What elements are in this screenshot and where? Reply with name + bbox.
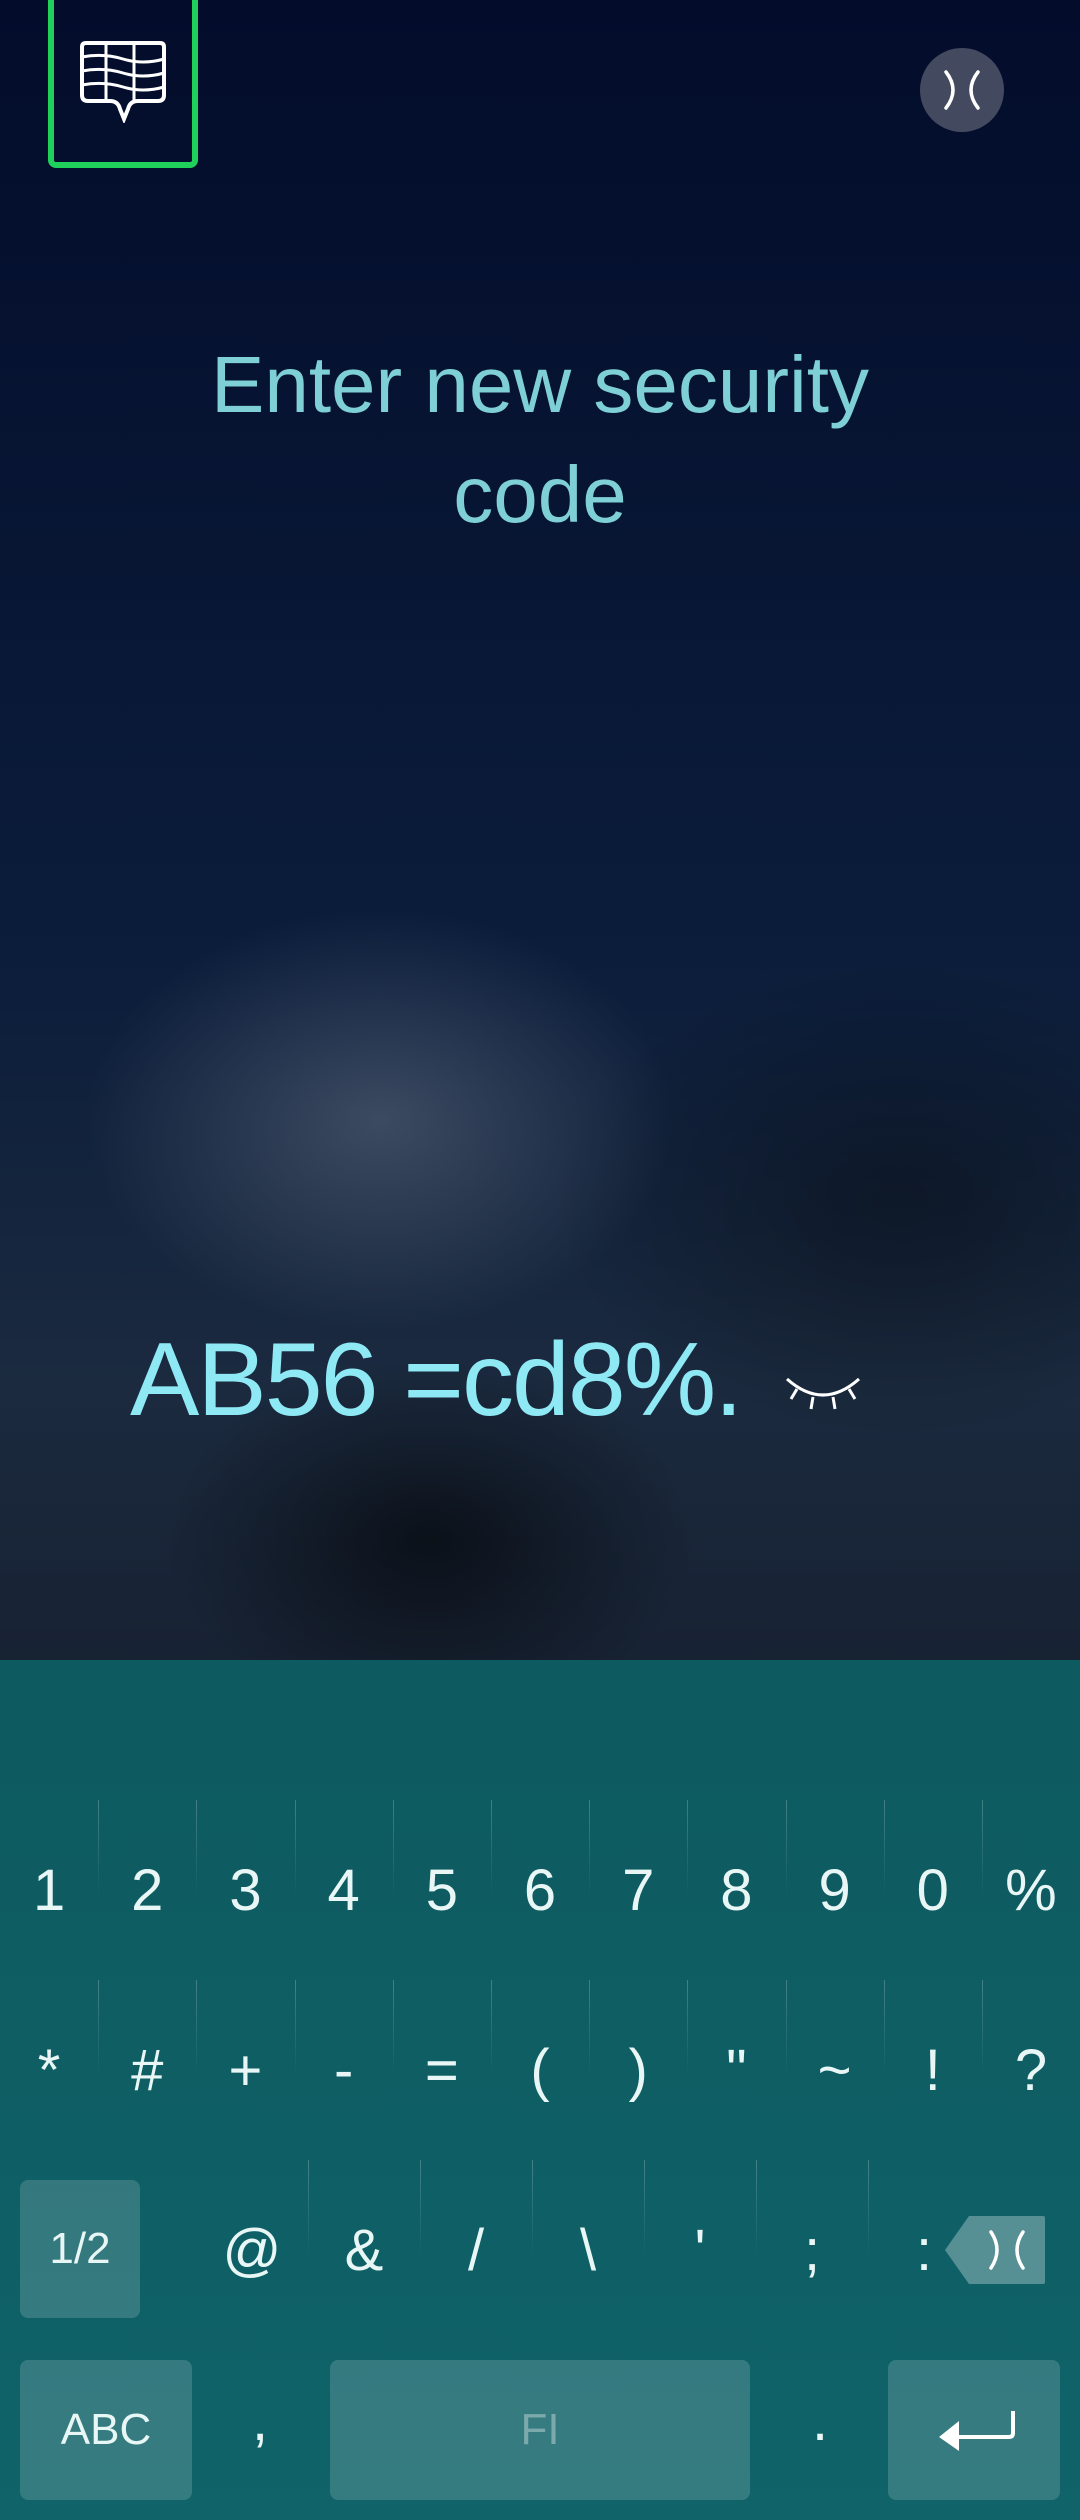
close-icon <box>944 70 980 110</box>
key[interactable]: " <box>687 1980 785 2160</box>
key[interactable]: ; <box>756 2160 868 2340</box>
key[interactable]: 2 <box>98 1800 196 1980</box>
enter-icon <box>939 2411 1015 2451</box>
backspace-icon <box>945 2216 1045 2284</box>
key[interactable]: 1 <box>0 1800 98 1980</box>
key[interactable]: ~ <box>785 1980 884 2160</box>
key[interactable]: & <box>308 2160 420 2340</box>
key[interactable]: 8 <box>687 1800 785 1980</box>
key[interactable]: 4 <box>294 1800 393 1980</box>
keyboard-row-numbers: 1 2 3 4 5 6 7 8 9 0 % <box>0 1800 1080 1980</box>
key[interactable]: 5 <box>392 1800 491 1980</box>
period-key[interactable]: . <box>780 2350 860 2490</box>
key[interactable]: 0 <box>883 1800 982 1980</box>
eye-closed-icon <box>786 1377 861 1410</box>
key[interactable]: ' <box>644 2160 756 2340</box>
key[interactable]: - <box>294 1980 393 2160</box>
key[interactable]: @ <box>196 2160 308 2340</box>
key[interactable]: 9 <box>785 1800 884 1980</box>
keyboard-toggle-button[interactable] <box>48 0 198 168</box>
key[interactable]: \ <box>532 2160 644 2340</box>
security-code-field[interactable]: AB56 =cd8%. <box>130 1320 865 1440</box>
backspace-button[interactable] <box>940 2210 1050 2290</box>
page-title: Enter new security code <box>210 340 870 539</box>
key[interactable]: ! <box>883 1980 982 2160</box>
abc-button[interactable]: ABC <box>20 2360 192 2500</box>
key[interactable]: % <box>981 1800 1080 1980</box>
keyboard-row-symbols: * # + - = ( ) " ~ ! ? <box>0 1980 1080 2160</box>
keyboard: 1 2 3 4 5 6 7 8 9 0 % * # + - = ( ) " ~ … <box>0 1660 1080 2520</box>
visibility-toggle[interactable] <box>781 1370 865 1420</box>
security-code-value: AB56 =cd8%. <box>130 1321 743 1438</box>
space-bar[interactable]: FI <box>330 2360 750 2500</box>
key[interactable]: 6 <box>490 1800 589 1980</box>
key[interactable]: 3 <box>196 1800 294 1980</box>
key[interactable]: 7 <box>589 1800 687 1980</box>
key[interactable]: ? <box>981 1980 1080 2160</box>
keypad-icon <box>80 41 166 123</box>
key[interactable]: = <box>392 1980 491 2160</box>
enter-button[interactable] <box>888 2360 1060 2500</box>
screen: Enter new security code AB56 =cd8%. 1 2 … <box>0 0 1080 2520</box>
key[interactable]: / <box>420 2160 532 2340</box>
symbols-page-button[interactable]: 1/2 <box>20 2180 140 2318</box>
key[interactable]: ) <box>589 1980 687 2160</box>
comma-key[interactable]: , <box>220 2350 300 2490</box>
key[interactable]: ( <box>490 1980 589 2160</box>
keyboard-row-punctuation: @ & / \ ' ; : <box>196 2160 980 2340</box>
close-button[interactable] <box>920 48 1004 132</box>
key[interactable]: # <box>98 1980 196 2160</box>
key[interactable]: + <box>196 1980 294 2160</box>
key[interactable]: * <box>0 1980 98 2160</box>
